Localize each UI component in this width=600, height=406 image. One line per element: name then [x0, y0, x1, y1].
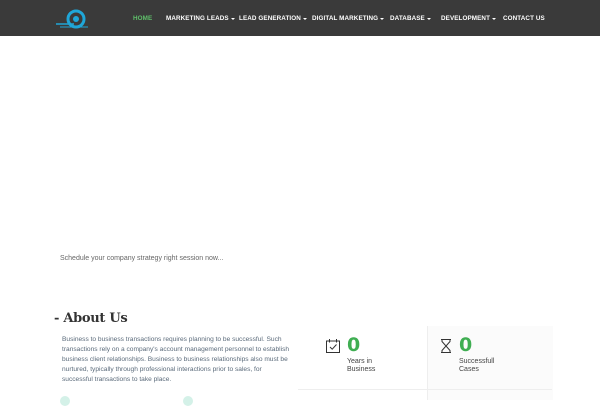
stat-label-line2: Cases [459, 366, 479, 373]
hero-tagline: Schedule your company strategy right ses… [60, 255, 224, 262]
decorative-circle [183, 396, 193, 406]
nav-item-digital-marketing[interactable]: DIGITAL MARKETING [312, 15, 385, 22]
top-navbar: HOME MARKETING LEADS LEAD GENERATION DIGITA… [0, 0, 600, 36]
stat-label-line2: Business [347, 366, 376, 373]
nav-item-database[interactable]: DATABASE [390, 15, 431, 22]
chevron-down-icon [380, 18, 385, 20]
chevron-down-icon [302, 18, 307, 20]
nav-item-label: CONTACT US [503, 15, 545, 22]
decorative-circle [60, 396, 70, 406]
chevron-down-icon [230, 18, 235, 20]
hourglass-icon [441, 339, 451, 353]
stat-value: 0 [347, 334, 361, 356]
chevron-down-icon [426, 18, 431, 20]
chevron-down-icon [492, 18, 497, 20]
nav-item-label: LEAD GENERATION [239, 15, 301, 22]
stats-divider [298, 389, 552, 390]
nav-item-label: HOME [133, 15, 153, 22]
nav-item-label: DIGITAL MARKETING [312, 15, 379, 22]
nav-item-marketing-leads[interactable]: MARKETING LEADS [166, 15, 235, 22]
nav-item-label: DEVELOPMENT [441, 15, 491, 22]
nav-item-contact-us[interactable]: CONTACT US [503, 15, 545, 22]
stat-label-line1: Successfull [459, 358, 495, 365]
main-nav: HOME MARKETING LEADS LEAD GENERATION DIGITA… [0, 0, 600, 36]
about-title: - About Us [54, 311, 128, 326]
nav-item-home[interactable]: HOME [133, 15, 152, 22]
stat-label: Years in Business [347, 358, 407, 374]
stat-label: Successfull Cases [459, 358, 519, 374]
nav-item-lead-generation[interactable]: LEAD GENERATION [239, 15, 307, 22]
nav-item-development[interactable]: DEVELOPMENT [441, 15, 497, 22]
nav-item-label: DATABASE [390, 15, 425, 22]
stat-value: 0 [459, 334, 473, 356]
nav-item-label: MARKETING LEADS [166, 15, 229, 22]
stat-label-line1: Years in [347, 358, 373, 365]
calendar-check-icon [326, 339, 340, 353]
about-body: Business to business transactions requir… [62, 336, 290, 383]
